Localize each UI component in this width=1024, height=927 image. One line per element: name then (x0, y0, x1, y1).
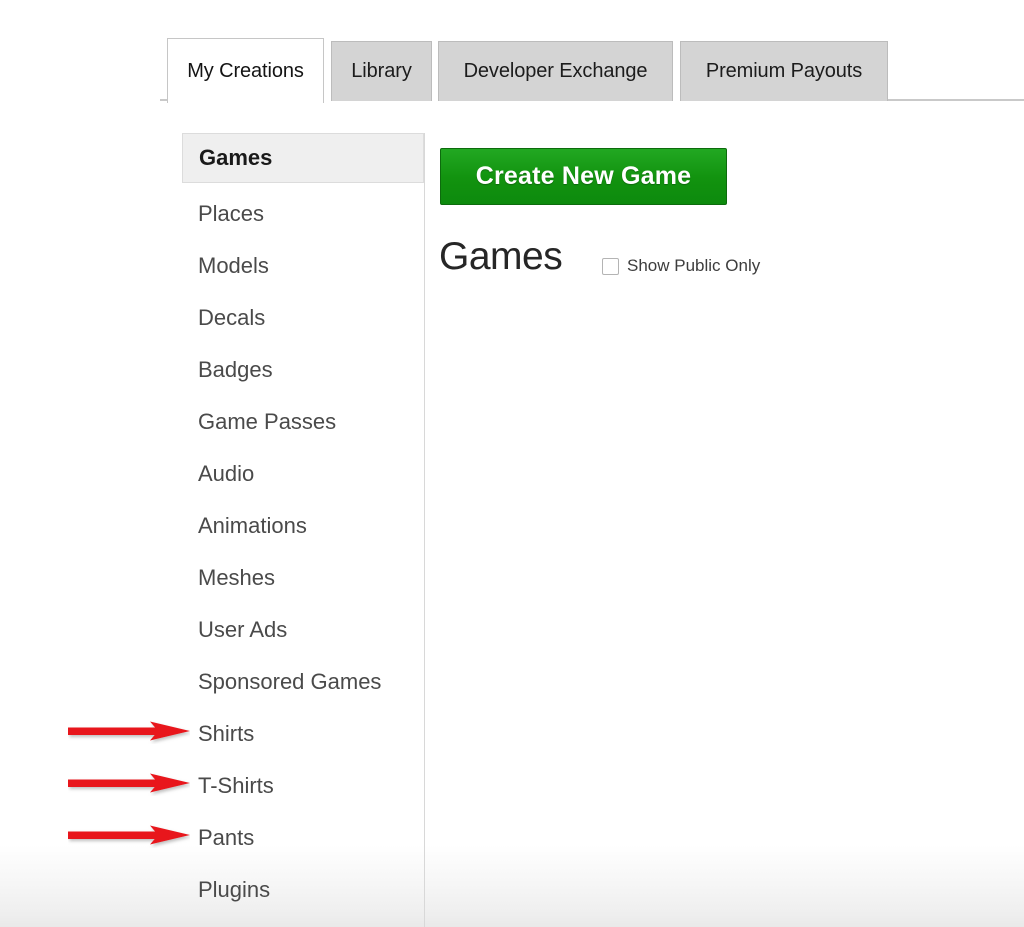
sidebar-item-pants[interactable]: Pants (182, 815, 424, 861)
sidebar-item-sponsored-games[interactable]: Sponsored Games (182, 659, 424, 705)
sidebar-item-label: Places (198, 201, 265, 226)
sidebar-item-shirts[interactable]: Shirts (182, 711, 424, 757)
tab-my-creations-label: My Creations (187, 59, 304, 82)
tab-premium-payouts-label: Premium Payouts (705, 60, 863, 82)
tab-baseline-right (886, 99, 1024, 101)
show-public-only-label: Show Public Only (627, 256, 761, 275)
create-new-game-label: Create New Game (475, 162, 692, 190)
tab-developer-exchange[interactable]: Developer Exchange (438, 41, 673, 101)
sidebar-item-audio[interactable]: Audio (182, 451, 424, 497)
sidebar-item-t-shirts[interactable]: T-Shirts (182, 763, 424, 809)
tab-bar: My Creations Library Developer Exchange … (0, 0, 1024, 103)
sidebar-item-meshes[interactable]: Meshes (182, 555, 424, 601)
tab-my-creations[interactable]: My Creations (167, 38, 324, 103)
sidebar-item-animations[interactable]: Animations (182, 503, 424, 549)
show-public-only-checkbox[interactable]: Show Public Only (602, 256, 760, 276)
sidebar-item-games[interactable]: Games (182, 133, 424, 183)
sidebar-item-label: Decals (198, 305, 266, 330)
page-title: Games (439, 235, 563, 278)
sidebar-item-label: Games (199, 145, 273, 170)
sidebar-item-label: Badges (198, 357, 273, 382)
sidebar-item-label: Meshes (198, 565, 276, 590)
sidebar-item-places[interactable]: Places (182, 191, 424, 237)
sidebar-item-label: Sponsored Games (198, 669, 382, 694)
sidebar-item-label: Models (198, 253, 269, 278)
tab-library-label: Library (351, 60, 412, 82)
sidebar-nav: Games Places Models Decals Badges Game P… (182, 133, 425, 927)
sidebar-item-label: User Ads (198, 617, 288, 642)
sidebar-item-plugins[interactable]: Plugins (182, 867, 424, 913)
sidebar-item-label: Audio (198, 461, 255, 486)
tab-library[interactable]: Library (331, 41, 432, 101)
create-new-game-button[interactable]: Create New Game (440, 148, 727, 205)
sidebar-item-decals[interactable]: Decals (182, 295, 424, 341)
sidebar-item-label: Shirts (198, 721, 255, 746)
main-content: Create New Game Games Show Public Only (425, 133, 1024, 927)
sidebar-item-game-passes[interactable]: Game Passes (182, 399, 424, 445)
sidebar-item-label: T-Shirts (198, 773, 274, 798)
sidebar-item-label: Game Passes (198, 409, 337, 434)
sidebar-item-user-ads[interactable]: User Ads (182, 607, 424, 653)
tab-premium-payouts[interactable]: Premium Payouts (680, 41, 888, 101)
tab-developer-exchange-label: Developer Exchange (463, 60, 648, 82)
checkbox-box-icon[interactable] (602, 257, 619, 275)
sidebar-item-label: Animations (198, 513, 307, 538)
sidebar-item-label: Pants (198, 825, 255, 850)
sidebar-item-label: Plugins (198, 877, 271, 902)
sidebar-item-badges[interactable]: Badges (182, 347, 424, 393)
sidebar-item-models[interactable]: Models (182, 243, 424, 289)
